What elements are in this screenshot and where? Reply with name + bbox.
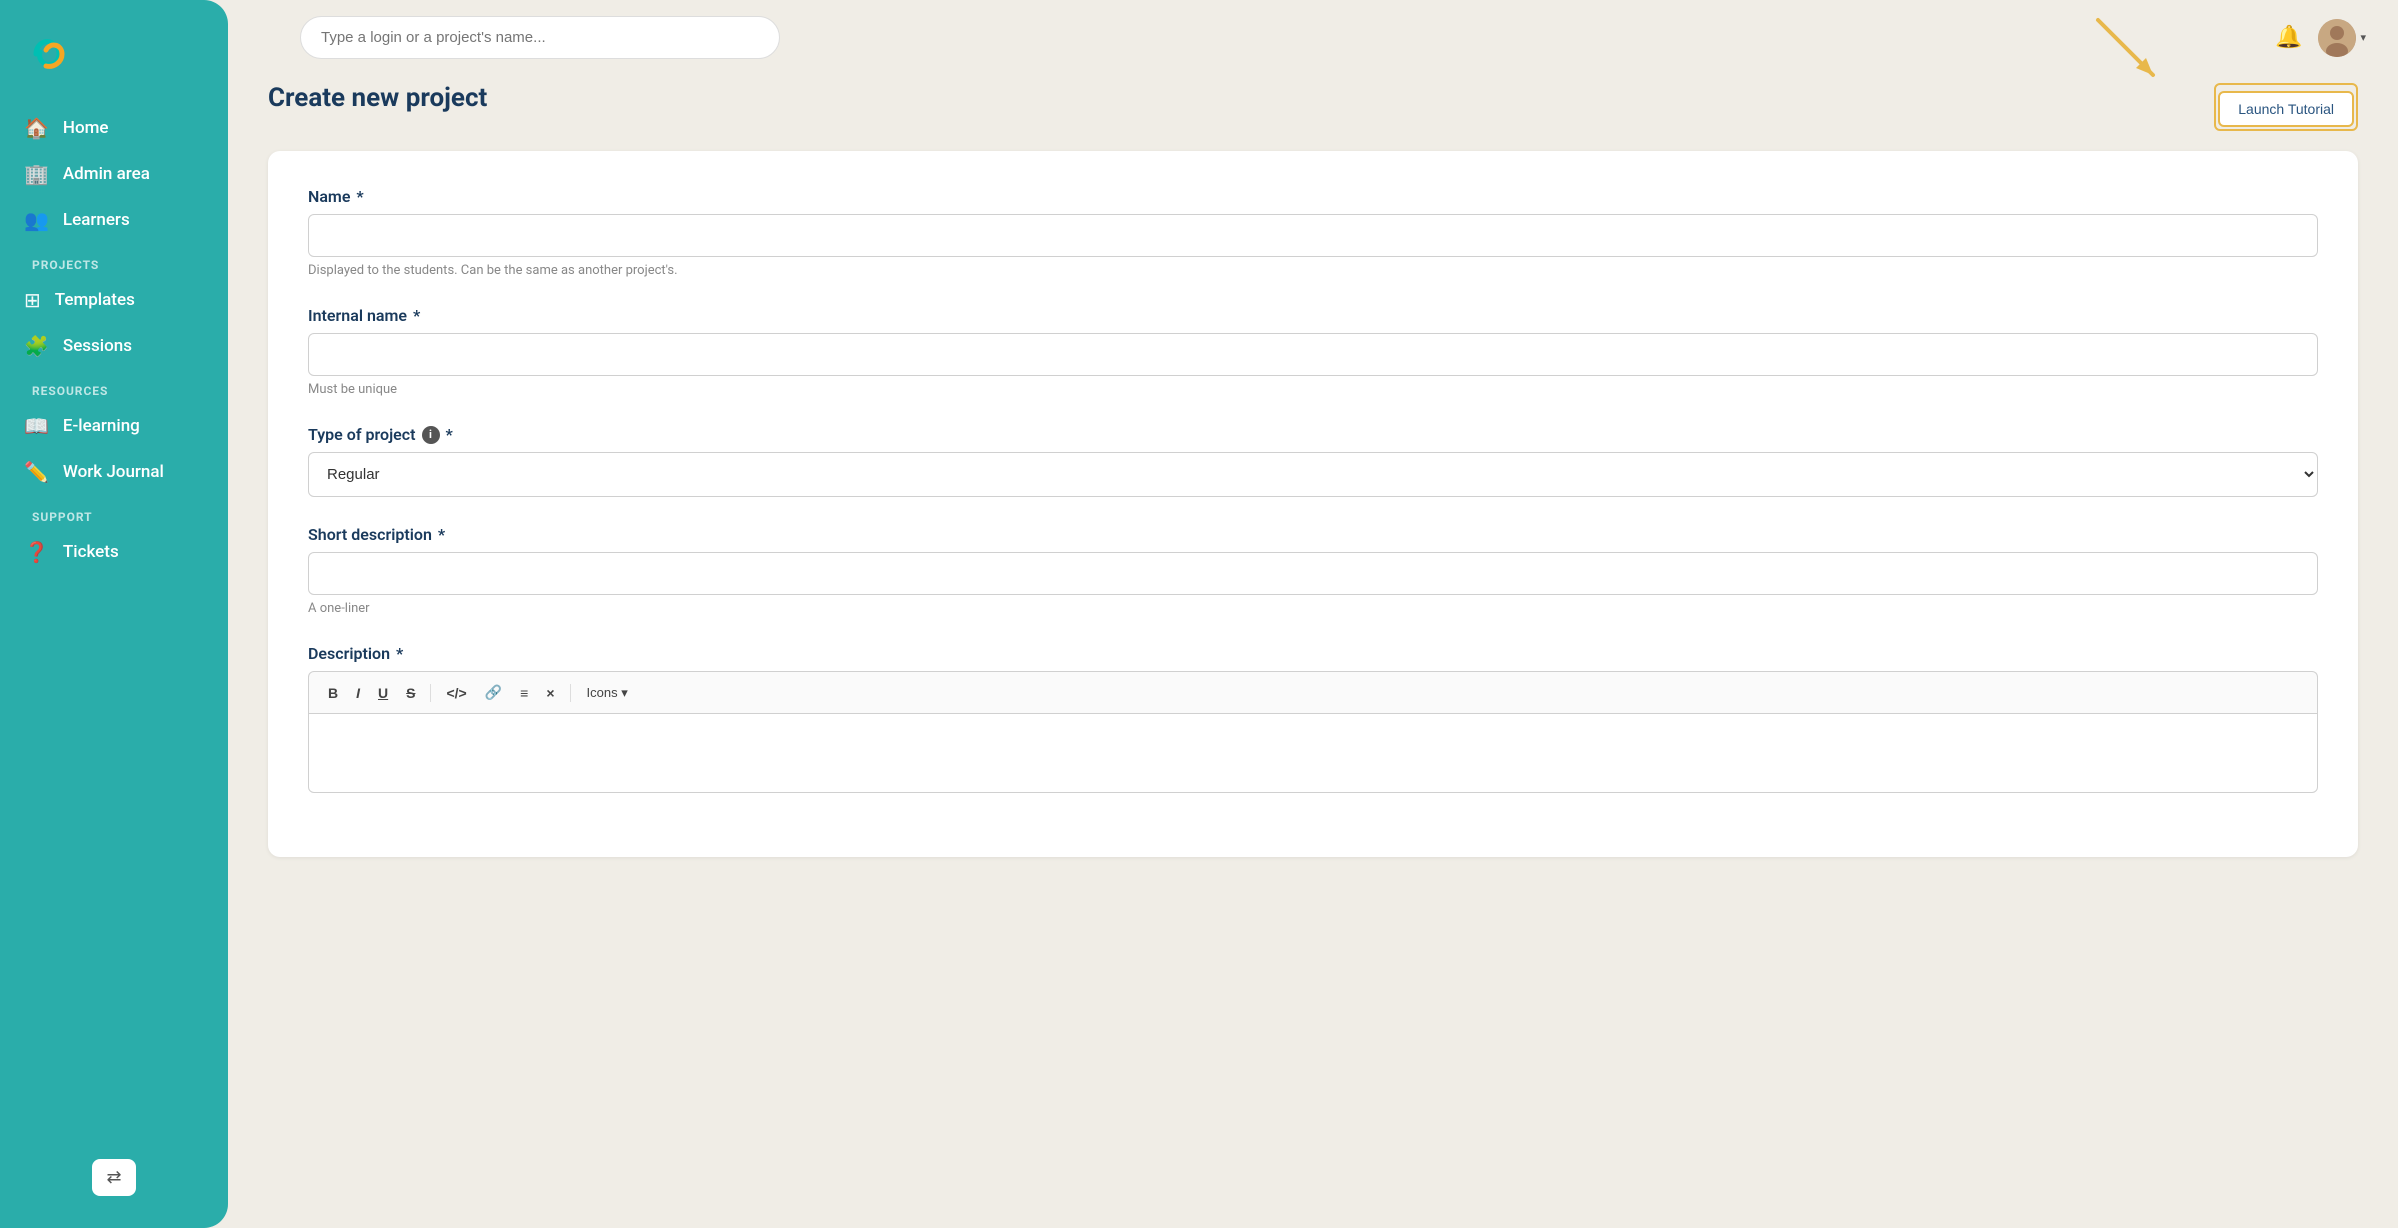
description-editor[interactable]: [308, 713, 2318, 793]
page-title: Create new project: [268, 83, 487, 113]
strikethrough-button[interactable]: S: [399, 681, 422, 705]
main-area: 🔔 ▾ Create new project Launch Tutorial: [228, 0, 2398, 1228]
short-desc-input[interactable]: [308, 552, 2318, 595]
search-input[interactable]: [300, 16, 780, 59]
learners-icon: 👥: [24, 208, 49, 232]
type-select[interactable]: Regular Advanced Custom: [308, 452, 2318, 497]
type-info-icon[interactable]: i: [422, 426, 440, 444]
sidebar-bottom: ⇄: [0, 1147, 228, 1208]
name-label: Name *: [308, 187, 2318, 206]
name-hint: Displayed to the students. Can be the sa…: [308, 263, 2318, 278]
section-projects-label: PROJECTS: [8, 244, 220, 278]
internal-name-required-star: *: [413, 306, 420, 325]
bold-button[interactable]: B: [321, 681, 345, 705]
elearning-icon: 📖: [24, 414, 49, 438]
sidebar-item-admin[interactable]: 🏢 Admin area: [8, 152, 220, 196]
short-desc-hint: A one-liner: [308, 601, 2318, 616]
sidebar-item-templates[interactable]: ⊞ Templates: [8, 278, 220, 322]
logo: [0, 20, 228, 106]
icons-button[interactable]: Icons ▾: [579, 681, 636, 705]
link-button[interactable]: 🔗: [478, 680, 509, 705]
launch-tutorial-highlight: Launch Tutorial: [2214, 83, 2358, 131]
type-field-group: Type of project i * Regular Advanced Cus…: [308, 425, 2318, 497]
create-project-form: Name * Displayed to the students. Can be…: [268, 151, 2358, 857]
description-required-star: *: [396, 644, 403, 663]
italic-button[interactable]: I: [349, 681, 367, 705]
toolbar-separator-2: [570, 684, 571, 702]
short-desc-required-star: *: [438, 525, 445, 544]
sidebar-item-elearning[interactable]: 📖 E-learning: [8, 404, 220, 448]
sidebar: 🏠 Home 🏢 Admin area 👥 Learners PROJECTS …: [0, 0, 228, 1228]
sidebar-item-tickets[interactable]: ❓ Tickets: [8, 530, 220, 574]
type-required-star: *: [446, 425, 453, 444]
sidebar-item-home[interactable]: 🏠 Home: [8, 106, 220, 150]
short-desc-field-group: Short description * A one-liner: [308, 525, 2318, 616]
list-button[interactable]: ≡: [513, 681, 535, 705]
notifications-icon[interactable]: 🔔: [2275, 25, 2302, 50]
internal-name-hint: Must be unique: [308, 382, 2318, 397]
avatar-chevron-icon[interactable]: ▾: [2360, 31, 2366, 44]
description-label: Description *: [308, 644, 2318, 663]
sidebar-item-learners[interactable]: 👥 Learners: [8, 198, 220, 242]
launch-tutorial-button[interactable]: Launch Tutorial: [2218, 91, 2354, 127]
templates-icon: ⊞: [24, 288, 41, 312]
toolbar-separator-1: [430, 684, 431, 702]
sidebar-item-sessions[interactable]: 🧩 Sessions: [8, 324, 220, 368]
sidebar-toggle-button[interactable]: ⇄: [92, 1159, 135, 1196]
topbar-right: 🔔 ▾: [2275, 19, 2366, 57]
internal-name-input[interactable]: [308, 333, 2318, 376]
tickets-icon: ❓: [24, 540, 49, 564]
sessions-icon: 🧩: [24, 334, 49, 358]
underline-button[interactable]: U: [371, 681, 395, 705]
topbar: 🔔 ▾: [228, 0, 2398, 67]
name-field-group: Name * Displayed to the students. Can be…: [308, 187, 2318, 278]
internal-name-field-group: Internal name * Must be unique: [308, 306, 2318, 397]
name-required-star: *: [356, 187, 363, 206]
type-label: Type of project i *: [308, 425, 2318, 444]
description-field-group: Description * B I U S </> 🔗 ≡ × Icons ▾: [308, 644, 2318, 793]
clear-button[interactable]: ×: [539, 681, 561, 705]
user-avatar[interactable]: [2318, 19, 2356, 57]
sidebar-nav: 🏠 Home 🏢 Admin area 👥 Learners PROJECTS …: [0, 106, 228, 1147]
section-support-label: SUPPORT: [8, 496, 220, 530]
short-desc-label: Short description *: [308, 525, 2318, 544]
home-icon: 🏠: [24, 116, 49, 140]
content-header: Create new project Launch Tutorial: [268, 83, 2358, 131]
code-button[interactable]: </>: [439, 681, 473, 705]
workjournal-icon: ✏️: [24, 460, 49, 484]
section-resources-label: RESOURCES: [8, 370, 220, 404]
search-bar-container: [300, 16, 780, 59]
editor-toolbar: B I U S </> 🔗 ≡ × Icons ▾: [308, 671, 2318, 713]
admin-icon: 🏢: [24, 162, 49, 186]
sidebar-item-workjournal[interactable]: ✏️ Work Journal: [8, 450, 220, 494]
content-area: Create new project Launch Tutorial Name …: [228, 67, 2398, 1228]
name-input[interactable]: [308, 214, 2318, 257]
internal-name-label: Internal name *: [308, 306, 2318, 325]
